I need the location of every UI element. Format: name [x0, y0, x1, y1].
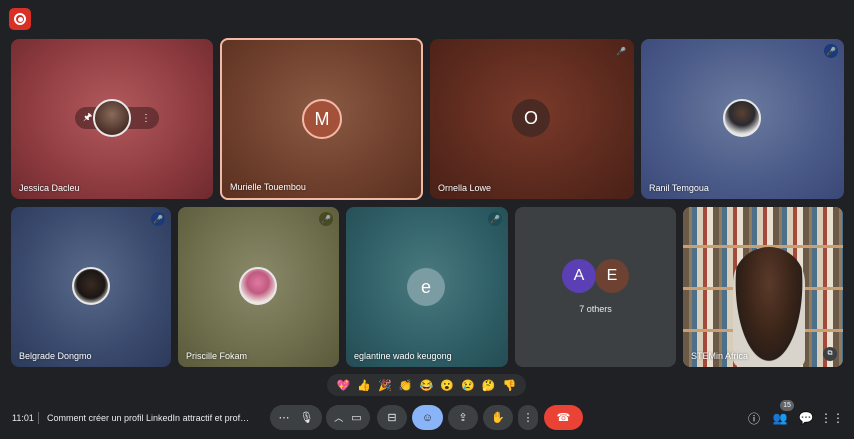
participant-count-badge: 15 [780, 400, 794, 411]
mic-off-icon: 🎤 [151, 212, 165, 226]
people-icon[interactable]: 👥 [771, 409, 789, 427]
participant-name: Belgrade Dongmo [19, 351, 92, 361]
leave-call-button[interactable]: ☎ [544, 405, 583, 430]
meeting-time: 11:01 [12, 413, 34, 423]
hang-up-icon: ☎ [556, 412, 571, 424]
reaction-sad[interactable]: 😢 [461, 379, 475, 392]
camera-icon[interactable]: ▭ [351, 411, 361, 424]
activities-icon[interactable]: ⋮⋮ [820, 409, 844, 427]
participant-avatar: M [302, 99, 342, 139]
participant-name: STEMin Africa [691, 351, 749, 361]
reactions-button[interactable]: ☺ [412, 405, 443, 430]
reaction-surprised[interactable]: 😮 [440, 379, 454, 392]
participant-photo [93, 99, 131, 137]
participant-avatar: E [595, 259, 629, 293]
mic-off-icon: 🎤 [319, 212, 333, 226]
presenter-video [733, 247, 805, 367]
recording-icon [9, 8, 31, 30]
others-tile[interactable]: A E 7 others [515, 207, 676, 367]
present-button[interactable]: ⇪ [448, 405, 478, 430]
participant-tile-murielle[interactable]: M Murielle Touembou [220, 38, 423, 200]
more-options-icon[interactable]: ⋮ [141, 113, 151, 124]
participant-name: eglantine wado keugong [354, 351, 452, 361]
captions-icon: ⊟ [387, 412, 397, 424]
reaction-tears-of-joy[interactable]: 😂 [420, 379, 434, 392]
participant-avatar: e [407, 268, 445, 306]
more-options-button[interactable]: ⋮ [518, 405, 538, 430]
participant-tile-belgrade[interactable]: 🎤 Belgrade Dongmo [11, 207, 171, 367]
participant-name: Ranil Temgoua [649, 183, 709, 193]
meeting-info-icon[interactable]: ⓘ [745, 409, 763, 427]
participant-photo [239, 267, 277, 305]
present-screen-icon: ⇪ [458, 412, 468, 424]
chevron-up-icon[interactable]: ︿ [334, 411, 343, 424]
captions-button[interactable]: ⊟ [377, 405, 407, 430]
participant-photo [723, 99, 761, 137]
more-vert-icon: ⋮ [522, 412, 534, 424]
reactions-bar: 💖 👍 🎉 👏 😂 😮 😢 🤔 👎 [327, 374, 526, 396]
reaction-party-popper[interactable]: 🎉 [378, 379, 392, 392]
reaction-clapping[interactable]: 👏 [399, 379, 413, 392]
hand-icon: ✋ [491, 412, 505, 424]
reaction-sparkling-heart[interactable]: 💖 [337, 379, 351, 392]
others-count-label: 7 others [579, 304, 612, 314]
participant-photo [72, 267, 110, 305]
divider [38, 412, 39, 424]
mic-off-icon: 🎤 [488, 212, 502, 226]
emoji-icon: ☺ [421, 411, 434, 424]
mic-off-icon: 🎤 [824, 44, 838, 58]
pin-icon[interactable]: 🖈 [83, 110, 92, 127]
reaction-thumbs-up[interactable]: 👍 [357, 379, 371, 392]
participant-tile-jessica[interactable]: 🖈 ⋮ Jessica Dacleu [11, 39, 213, 199]
participant-tile-stemin-africa[interactable]: STEMin Africa ⧉ [683, 207, 843, 367]
participant-name: Jessica Dacleu [19, 183, 80, 193]
reaction-thumbs-down[interactable]: 👎 [503, 379, 517, 392]
control-bar: 11:01 Comment créer un profil LinkedIn a… [0, 400, 854, 439]
mic-group: ⋯ 🎙 [270, 405, 322, 430]
mic-off-icon: 🎤 [616, 46, 626, 56]
participant-tile-ranil[interactable]: 🎤 Ranil Temgoua [641, 39, 844, 199]
participant-avatar: O [512, 99, 550, 137]
microphone-icon[interactable]: 🎙 [300, 411, 314, 424]
camera-group: ︿ ▭ [326, 405, 370, 430]
participant-name: Priscille Fokam [186, 351, 248, 361]
reaction-thinking[interactable]: 🤔 [482, 379, 496, 392]
participant-avatar: A [562, 259, 596, 293]
participant-tile-eglantine[interactable]: 🎤 e eglantine wado keugong [346, 207, 508, 367]
participant-name: Murielle Touembou [230, 182, 306, 192]
pip-icon[interactable]: ⧉ [823, 347, 837, 361]
meeting-title: Comment créer un profil LinkedIn attract… [47, 413, 250, 423]
participant-name: Ornella Lowe [438, 183, 492, 193]
participant-tile-ornella[interactable]: 🎤 O Ornella Lowe [430, 39, 634, 199]
more-audio-options-icon[interactable]: ⋯ [279, 411, 290, 424]
participant-tile-priscille[interactable]: 🎤 Priscille Fokam [178, 207, 339, 367]
raise-hand-button[interactable]: ✋ [483, 405, 513, 430]
chat-icon[interactable]: 💬 [797, 409, 815, 427]
